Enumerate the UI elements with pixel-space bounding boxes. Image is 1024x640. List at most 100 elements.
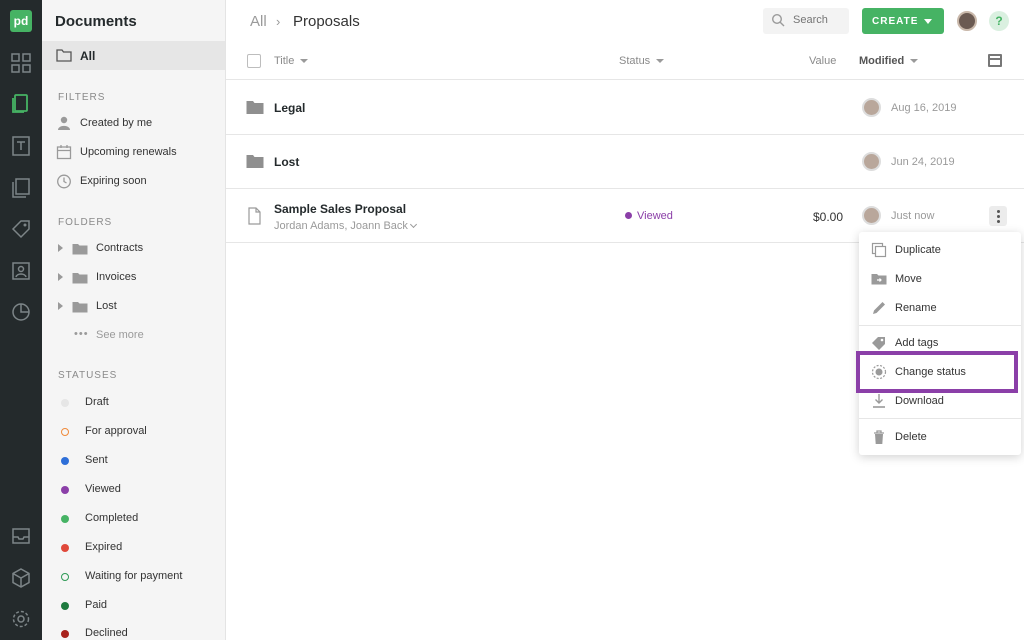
- row-recipients[interactable]: Jordan Adams, Joann Back: [274, 220, 417, 232]
- integrations-cube-icon[interactable]: [10, 567, 32, 589]
- contacts-icon[interactable]: [10, 260, 32, 282]
- menu-item-label: Rename: [895, 302, 937, 314]
- folder-icon: [72, 270, 88, 286]
- pandadoc-logo[interactable]: pd: [10, 10, 32, 32]
- folder-outline-icon: [56, 48, 72, 67]
- status-dot: [61, 399, 69, 407]
- status-filter-completed[interactable]: Completed: [42, 508, 225, 530]
- sidebar-item-label: All: [80, 49, 96, 63]
- status-filter-for-approval[interactable]: For approval: [42, 421, 225, 443]
- templates-icon[interactable]: [10, 135, 32, 157]
- status-filter-sent[interactable]: Sent: [42, 450, 225, 472]
- row-modified: Just now: [891, 210, 935, 222]
- column-status[interactable]: Status: [619, 55, 665, 67]
- status-label: Viewed: [637, 210, 673, 222]
- user-avatar[interactable]: [957, 11, 977, 31]
- filters-heading: FILTERS: [58, 92, 106, 103]
- status-badge: Viewed: [625, 210, 673, 222]
- dashboard-icon[interactable]: [10, 52, 32, 74]
- see-more-label: See more: [96, 329, 144, 341]
- filter-label: Upcoming renewals: [80, 146, 177, 158]
- change-status-highlight: [856, 351, 1018, 393]
- column-status-label: Status: [619, 55, 651, 67]
- folder-icon: [72, 299, 88, 315]
- row-actions-kebab-icon[interactable]: [989, 206, 1007, 226]
- page-title: Proposals: [293, 13, 360, 30]
- folder-icon: [246, 99, 264, 120]
- status-label: Waiting for payment: [85, 570, 183, 582]
- search-box[interactable]: [763, 8, 849, 34]
- breadcrumb-separator: ›: [276, 14, 281, 29]
- table-row[interactable]: Legal Aug 16, 2019: [226, 81, 1024, 135]
- row-title: Lost: [274, 155, 300, 169]
- status-filter-waiting-for-payment[interactable]: Waiting for payment: [42, 566, 225, 588]
- sidebar-item-all[interactable]: All: [42, 41, 225, 70]
- column-title[interactable]: Title: [274, 55, 309, 67]
- expand-arrow-icon[interactable]: [58, 273, 63, 281]
- filter-label: Expiring soon: [80, 175, 147, 187]
- status-filter-expired[interactable]: Expired: [42, 537, 225, 559]
- row-title: Legal: [274, 101, 306, 115]
- help-icon[interactable]: ?: [989, 11, 1009, 31]
- pencil-icon: [871, 300, 887, 316]
- folder-lost[interactable]: Lost: [42, 296, 225, 318]
- status-filter-declined[interactable]: Declined: [42, 623, 225, 640]
- menu-item-label: Duplicate: [895, 244, 941, 256]
- expand-arrow-icon[interactable]: [58, 244, 63, 252]
- column-settings-icon[interactable]: [988, 54, 1002, 67]
- folder-contracts[interactable]: Contracts: [42, 238, 225, 260]
- documents-sidebar: Documents All FILTERS Created by me Upco…: [42, 0, 226, 640]
- folder-icon: [72, 241, 88, 257]
- filter-created-by-me[interactable]: Created by me: [42, 113, 225, 135]
- page-header: All › Proposals CREATE ?: [226, 0, 1024, 42]
- content-library-icon[interactable]: [10, 177, 32, 199]
- menu-item-move[interactable]: Move: [859, 266, 1021, 292]
- row-value: $0.00: [813, 210, 844, 224]
- menu-item-rename[interactable]: Rename: [859, 295, 1021, 321]
- expand-arrow-icon[interactable]: [58, 302, 63, 310]
- duplicate-icon: [871, 242, 887, 258]
- status-dot: [61, 486, 69, 494]
- folder-invoices[interactable]: Invoices: [42, 267, 225, 289]
- status-filter-paid[interactable]: Paid: [42, 595, 225, 617]
- catalog-tag-icon[interactable]: [10, 218, 32, 240]
- table-row[interactable]: Lost Jun 24, 2019: [226, 135, 1024, 189]
- menu-item-label: Add tags: [895, 337, 939, 349]
- statuses-heading: STATUSES: [58, 370, 118, 381]
- breadcrumb-root[interactable]: All: [250, 13, 267, 30]
- filter-upcoming-renewals[interactable]: Upcoming renewals: [42, 142, 225, 164]
- menu-item-duplicate[interactable]: Duplicate: [859, 237, 1021, 263]
- status-dot: [61, 630, 69, 638]
- menu-item-label: Download: [895, 395, 944, 407]
- settings-gear-icon[interactable]: [10, 608, 32, 630]
- status-filter-draft[interactable]: Draft: [42, 392, 225, 414]
- status-dot: [61, 544, 69, 552]
- status-filter-viewed[interactable]: Viewed: [42, 479, 225, 501]
- create-button[interactable]: CREATE: [862, 8, 944, 34]
- documents-icon[interactable]: [10, 92, 32, 114]
- filter-expiring-soon[interactable]: Expiring soon: [42, 171, 225, 193]
- menu-item-delete[interactable]: Delete: [859, 424, 1021, 450]
- status-dot: [61, 573, 69, 581]
- person-icon: [56, 115, 72, 131]
- chevron-down-icon: [924, 19, 932, 24]
- search-input[interactable]: [793, 14, 845, 26]
- select-all-checkbox[interactable]: [247, 54, 261, 68]
- sidebar-title: Documents: [55, 13, 137, 30]
- avatar: [862, 152, 881, 171]
- column-modified[interactable]: Modified: [859, 55, 919, 67]
- chevron-down-icon: [409, 220, 417, 228]
- filter-label: Created by me: [80, 117, 153, 129]
- download-icon: [871, 393, 887, 409]
- reports-pie-icon[interactable]: [10, 301, 32, 323]
- avatar: [862, 206, 881, 225]
- status-dot: [61, 602, 69, 610]
- column-modified-label: Modified: [859, 55, 905, 67]
- clock-icon: [56, 173, 72, 189]
- column-value[interactable]: Value: [809, 55, 836, 67]
- see-more-folders[interactable]: ••• See more: [42, 325, 225, 347]
- trash-icon: [871, 429, 887, 445]
- menu-item-label: Delete: [895, 431, 927, 443]
- inbox-icon[interactable]: [10, 525, 32, 547]
- more-dots-icon: •••: [74, 328, 89, 340]
